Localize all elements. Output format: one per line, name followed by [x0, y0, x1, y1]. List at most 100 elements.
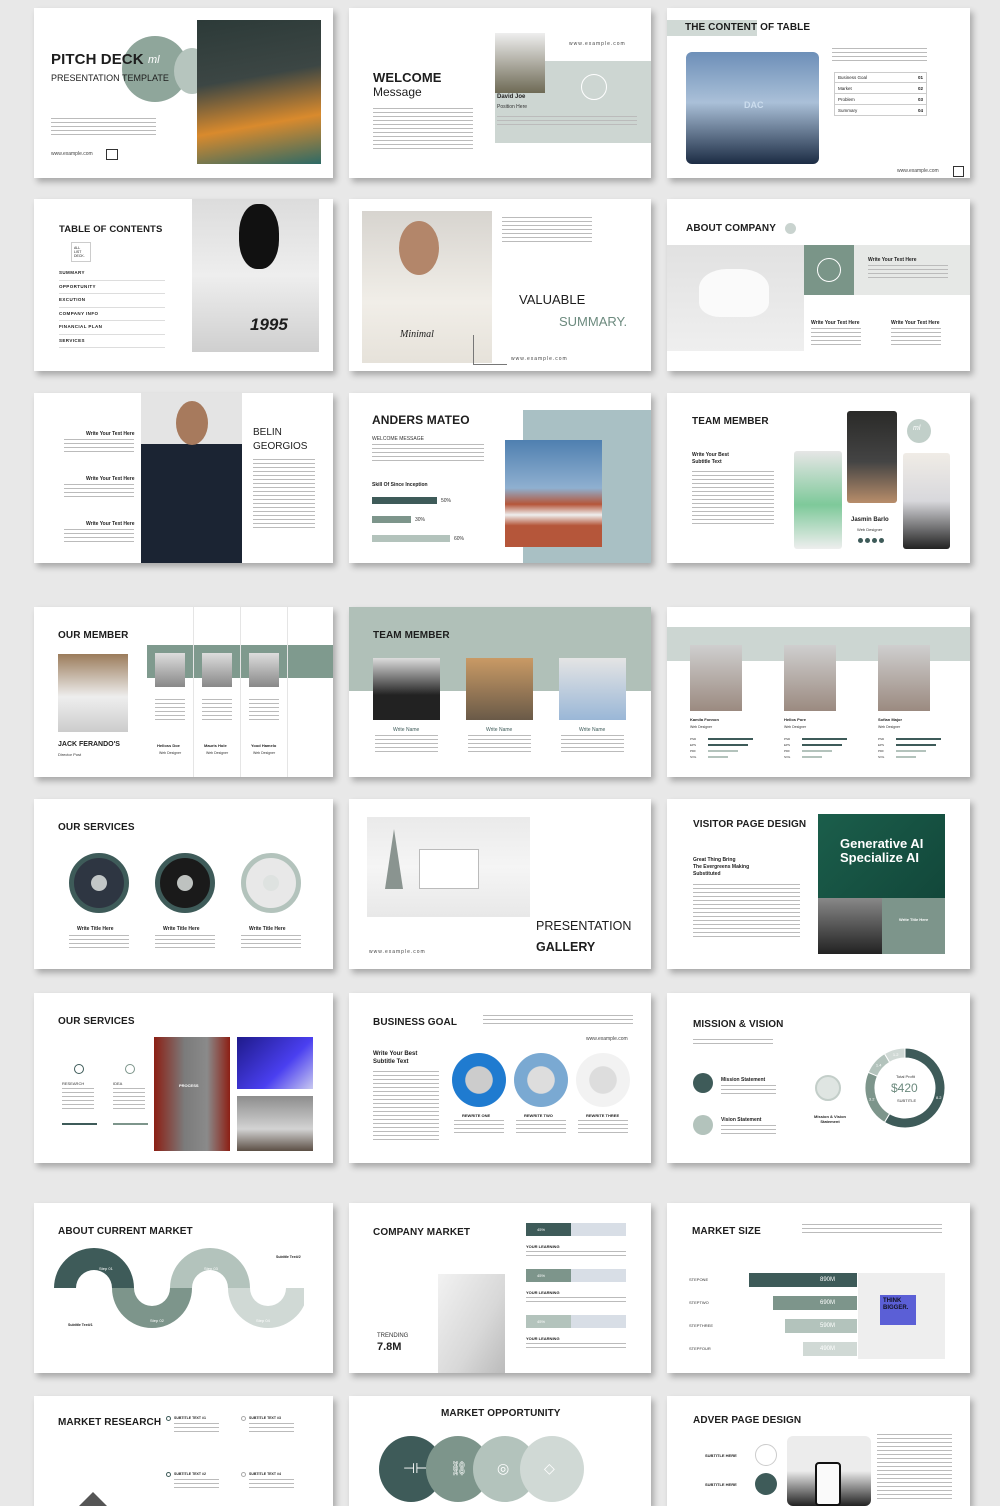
member-photo: [202, 653, 232, 687]
slide-our-services-2[interactable]: OUR SERVICES RESEARCH IDEA PROCESS: [34, 993, 333, 1163]
slide-team-skills[interactable]: Kamila Fonnon Web Designer PSD EPS PDF SVG Hel…: [667, 607, 970, 777]
slide-presentation-gallery[interactable]: PRESENTATION GALLERY www.example.com: [349, 799, 651, 969]
service-label: RESEARCH: [62, 1081, 85, 1086]
progress-label: 45%: [537, 1319, 546, 1324]
square-icon: [953, 166, 964, 177]
slide-title: MARKET SIZE: [692, 1226, 761, 1237]
social-icon[interactable]: [879, 538, 884, 543]
toc-item[interactable]: SERVICES: [59, 335, 165, 348]
skill-bar: [372, 516, 411, 523]
toc-item-label: EXCUTION: [59, 297, 86, 302]
table-row[interactable]: Summary 04: [834, 105, 927, 116]
square-icon: [106, 149, 118, 160]
social-icon[interactable]: [872, 538, 877, 543]
lorem-text-lines: [693, 1039, 773, 1047]
slide-team-member[interactable]: TEAM MEMBER Write Your Best Subtitle Tex…: [667, 393, 970, 563]
banner-line2: Specialize AI: [840, 850, 919, 865]
bullet-icon: [241, 1472, 246, 1477]
slide-market-size[interactable]: MARKET SIZE THINK BIGGER. STEPONE 890M STE…: [667, 1203, 970, 1373]
model-photo: [197, 20, 321, 164]
lead-photo: [58, 654, 128, 732]
column-divider: [287, 607, 288, 777]
slide-company-market[interactable]: COMPANY MARKET TRENDING 7.8M 45% YOUR LEA…: [349, 1203, 651, 1373]
slide-welcome[interactable]: WELCOME Message www.example.com David Jo…: [349, 8, 651, 178]
toc-item[interactable]: OPPORTUNITY: [59, 281, 165, 294]
toc-item[interactable]: SUMMARY: [59, 267, 165, 281]
heading: Write Your Text Here: [86, 476, 135, 482]
slide-title: ABOUT CURRENT MARKET: [58, 1226, 193, 1237]
website-url: www.example.com: [586, 1036, 628, 1042]
lorem-text-lines: [526, 1251, 626, 1259]
subtitle: The Evergreens Making: [693, 864, 750, 870]
service-label: IDEA: [113, 1081, 123, 1086]
service-icon: [91, 875, 107, 891]
person-position: Position Here: [497, 104, 528, 110]
slide-title: OUR SERVICES: [58, 822, 135, 833]
member-photo: [784, 645, 836, 711]
item-title: SUBTITLE TEXT #2: [174, 1472, 206, 1476]
table-row[interactable]: Business Goal 01: [834, 72, 927, 83]
row-label: STEPONE: [689, 1277, 709, 1282]
lorem-text-lines: [241, 935, 301, 949]
skill-label: SVG: [784, 755, 791, 759]
slide-mission-vision[interactable]: MISSION & VISION Mission Statement Visio…: [667, 993, 970, 1163]
row-label: STEPTHREE: [689, 1323, 714, 1328]
decor-dot: [785, 223, 796, 234]
slide-belin-georgios[interactable]: Write Your Text Here Write Your Text Her…: [34, 393, 333, 563]
donut-label: Total Profit: [896, 1074, 915, 1079]
trending-label: TRENDING: [377, 1333, 409, 1339]
slide-visitor-page-design[interactable]: VISITOR PAGE DESIGN Great Thing Bring Th…: [667, 799, 970, 969]
toc-item[interactable]: COMPANY INFO: [59, 308, 165, 321]
skill-value: 30%: [415, 517, 426, 523]
slide-market-opportunity[interactable]: MARKET OPPORTUNITY ⊣⊢ ⛓ ◎ ◇: [349, 1396, 651, 1506]
service-label: PROCESS: [179, 1083, 199, 1088]
slide-anders-mateo[interactable]: ANDERS MATEO WELCOME MESSAGE Skill Of Si…: [349, 393, 651, 563]
member-name: Mauris Hole: [204, 743, 227, 748]
slide-business-goal[interactable]: BUSINESS GOAL www.example.com Write Your…: [349, 993, 651, 1163]
table-row[interactable]: Market 02: [834, 83, 927, 94]
social-icons[interactable]: [858, 538, 884, 543]
slide-team-member-2[interactable]: TEAM MEMBER Write Name Write Name Write Na…: [349, 607, 651, 777]
slide-title: MARKET RESEARCH: [58, 1417, 162, 1428]
social-icon[interactable]: [858, 538, 863, 543]
title-part: THE CONTENT: [685, 22, 758, 33]
slide-adver-page-design[interactable]: ADVER PAGE DESIGN SUBTITLE HERE SUBTITLE…: [667, 1396, 970, 1506]
slide-our-member[interactable]: OUR MEMBER JACK FERANDO'S Director Post …: [34, 607, 333, 777]
segment-label: 8.2: [936, 1095, 942, 1100]
lorem-text-lines: [868, 265, 948, 279]
lorem-text-lines: [373, 108, 473, 150]
donut-subtitle: SUBTITLE: [897, 1098, 917, 1103]
toc-item-label: OPPORTUNITY: [59, 283, 96, 289]
slide-table-of-contents[interactable]: TABLE OF CONTENTS ALL LIST DECK. SUMMARY…: [34, 199, 333, 371]
lorem-text-lines: [202, 699, 232, 723]
slide-pitch-deck[interactable]: PITCH DECK ml PRESENTATION TEMPLATE www.…: [34, 8, 333, 178]
goal-title: REWRITE ONE: [462, 1113, 491, 1118]
slide-content-of-table[interactable]: THE CONTENT OF TABLE DAC Business Goal 01…: [667, 8, 970, 178]
lorem-text-lines: [51, 118, 156, 138]
skill-bar: [896, 744, 936, 746]
skill-label: EPS: [878, 743, 885, 747]
member-name: Hellos Pore: [784, 717, 807, 722]
slide-valuable-summary[interactable]: Minimal VALUABLE SUMMARY. www.example.co…: [349, 199, 651, 371]
vision-label: Vision Statement: [721, 1117, 762, 1123]
skill-bar: [802, 738, 847, 740]
row-label: Market: [838, 85, 852, 91]
step-label: Step 01: [99, 1266, 113, 1271]
slide-current-market[interactable]: ABOUT CURRENT MARKET Step 01 Step 02 Ste…: [34, 1203, 333, 1373]
head: [399, 221, 439, 275]
list-box: ALL LIST DECK.: [71, 242, 91, 262]
slide-about-company[interactable]: ABOUT COMPANY Write Your Text Here Write…: [667, 199, 970, 371]
slide-title: THE CONTENT OF TABLE: [685, 22, 810, 33]
shirt-print: Minimal: [400, 329, 434, 340]
toc-item[interactable]: FINANCIAL PLAN: [59, 321, 165, 335]
lorem-text-lines: [373, 1071, 439, 1143]
social-icon[interactable]: [865, 538, 870, 543]
toc-item[interactable]: EXCUTION: [59, 294, 165, 308]
lead-role: Director Post: [58, 752, 82, 757]
slide-market-research[interactable]: MARKET RESEARCH SUBTITLE TEXT #1 SUBTITLE…: [34, 1396, 333, 1506]
lorem-text-lines: [502, 217, 592, 243]
subtitle: SUBTITLE HERE: [705, 1482, 737, 1487]
table-row[interactable]: Problem 03: [834, 94, 927, 105]
eye-icon: [693, 1115, 713, 1135]
slide-our-services[interactable]: OUR SERVICES Write Title Here Write Title…: [34, 799, 333, 969]
